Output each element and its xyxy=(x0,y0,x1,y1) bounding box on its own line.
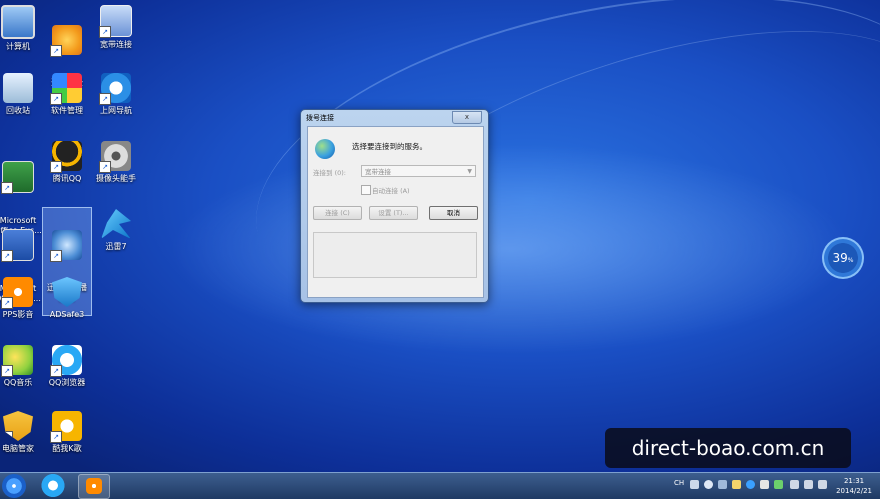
language-indicator[interactable]: CH xyxy=(674,479,684,487)
shortcut-arrow-icon: ↗ xyxy=(50,365,62,377)
computer-icon xyxy=(1,5,35,39)
widget-value: 39 xyxy=(832,251,848,265)
webcam-icon: ↗ xyxy=(99,141,131,173)
taskbar-qq-browser[interactable] xyxy=(38,474,68,497)
desktop-icon-label: 酷我K歌 xyxy=(52,444,82,453)
desktop-icon-adsafe[interactable]: ADSafe3 xyxy=(35,277,99,320)
shortcut-arrow-icon: ↗ xyxy=(50,93,62,105)
desktop-icon-xunlei7[interactable]: 迅雷7 xyxy=(84,209,148,252)
excel-icon: ↗ xyxy=(1,161,34,194)
dialog-heading: 选择要连接到的服务。 xyxy=(352,142,427,151)
auto-connect-checkbox[interactable] xyxy=(361,185,371,195)
tray-app-icon[interactable] xyxy=(718,480,727,489)
shortcut-arrow-icon: ↗ xyxy=(50,250,62,262)
software-manager-icon: ↗ xyxy=(50,73,82,105)
clock-date: 2014/2/21 xyxy=(836,487,872,495)
widget-unit: % xyxy=(847,257,854,264)
adsafe-icon xyxy=(52,277,82,307)
clock-time: 21:31 xyxy=(843,477,865,485)
network-icon[interactable] xyxy=(804,480,813,489)
dialup-dialog[interactable]: 拨号连接 x 选择要连接到的服务。 连接到 (0): 宽带连接 ▼ 自动连接 (… xyxy=(300,109,489,303)
shortcut-arrow-icon: ↗ xyxy=(1,365,13,377)
shortcut-arrow-icon: ↗ xyxy=(50,431,62,443)
pc-manager-icon: ↗ xyxy=(3,411,33,441)
kuwo-k-icon: ↗ xyxy=(50,411,82,443)
shortcut-arrow-icon: ↗ xyxy=(99,161,111,173)
taskbar: CH 21:31 2014/2/21 xyxy=(0,472,880,499)
status-panel xyxy=(313,232,477,278)
desktop-icon-label: QQ浏览器 xyxy=(48,378,86,387)
desktop-icon-label: 上网导航 xyxy=(100,106,132,115)
connect-to-select[interactable]: 宽带连接 ▼ xyxy=(361,165,476,177)
ie-icon: ↗ xyxy=(99,73,131,105)
shortcut-arrow-icon: ↗ xyxy=(3,431,13,441)
pps-icon xyxy=(86,478,102,494)
desktop-icon-webcam[interactable]: ↗ 摄像头能手 xyxy=(84,141,148,184)
connect-button[interactable]: 连接 (C) xyxy=(313,206,362,220)
connect-to-label: 连接到 (0): xyxy=(313,169,346,177)
network-globe-icon xyxy=(315,139,335,159)
close-button[interactable]: x xyxy=(452,111,482,124)
desktop-icon-label: 摄像头能手 xyxy=(96,174,136,183)
help-icon[interactable] xyxy=(704,480,713,489)
flag-icon[interactable] xyxy=(790,480,799,489)
desktop-icon-label: 迅雷7 xyxy=(105,242,127,251)
pps-icon: ↗ xyxy=(1,277,33,309)
shortcut-arrow-icon: ↗ xyxy=(1,297,13,309)
shortcut-arrow-icon: ↗ xyxy=(99,26,111,38)
wifi-icon: ↗ xyxy=(50,25,82,57)
tray-app-icon[interactable] xyxy=(760,480,769,489)
xunlei-player-icon: ↗ xyxy=(50,230,82,262)
cancel-button[interactable]: 取消 xyxy=(429,206,478,220)
volume-icon[interactable] xyxy=(818,480,827,489)
auto-connect-label: 自动连接 (A) xyxy=(372,187,410,195)
speed-ball-widget[interactable]: 39% xyxy=(822,237,864,279)
taskbar-pps[interactable] xyxy=(78,474,110,499)
shortcut-arrow-icon: ↗ xyxy=(99,93,111,105)
shortcut-arrow-icon: ↗ xyxy=(1,250,13,262)
watermark: direct-boao.com.cn xyxy=(605,428,851,468)
dialog-title: 拨号连接 xyxy=(306,114,334,122)
shortcut-arrow-icon: ↗ xyxy=(50,161,62,173)
desktop-icon-qq-browser[interactable]: ↗ QQ浏览器 xyxy=(35,345,99,388)
desktop-icon-kuwo-k[interactable]: ↗ 酷我K歌 xyxy=(35,411,99,454)
recycle-bin-icon xyxy=(3,73,33,103)
shortcut-arrow-icon: ↗ xyxy=(1,182,13,194)
taskbar-clock[interactable]: 21:31 2014/2/21 xyxy=(836,476,872,496)
connect-to-value: 宽带连接 xyxy=(365,168,391,176)
chevron-down-icon: ▼ xyxy=(467,168,472,175)
broadband-icon: ↗ xyxy=(99,5,132,38)
qq-browser-icon: ↗ xyxy=(50,345,82,377)
desktop-icon-ie[interactable]: ↗ 上网导航 xyxy=(84,73,148,116)
desktop-icon-label: ADSafe3 xyxy=(49,310,85,319)
word-icon: ↗ xyxy=(1,229,34,262)
xunlei7-icon xyxy=(101,209,131,239)
desktop-icon-broadband[interactable]: ↗ 宽带连接 xyxy=(84,5,148,50)
tray-app-icon[interactable] xyxy=(732,480,741,489)
start-button[interactable] xyxy=(2,474,26,498)
qq-icon: ↗ xyxy=(50,141,82,173)
tray-app-icon[interactable] xyxy=(746,480,755,489)
settings-button[interactable]: 设置 (T)... xyxy=(369,206,418,220)
qq-music-icon: ↗ xyxy=(1,345,33,377)
shortcut-arrow-icon: ↗ xyxy=(50,45,62,57)
shield-icon[interactable] xyxy=(774,480,783,489)
desktop-icon-label: 宽带连接 xyxy=(100,40,132,49)
dialog-client-area: 选择要连接到的服务。 连接到 (0): 宽带连接 ▼ 自动连接 (A) 连接 (… xyxy=(307,126,484,298)
keyboard-icon[interactable] xyxy=(690,480,699,489)
